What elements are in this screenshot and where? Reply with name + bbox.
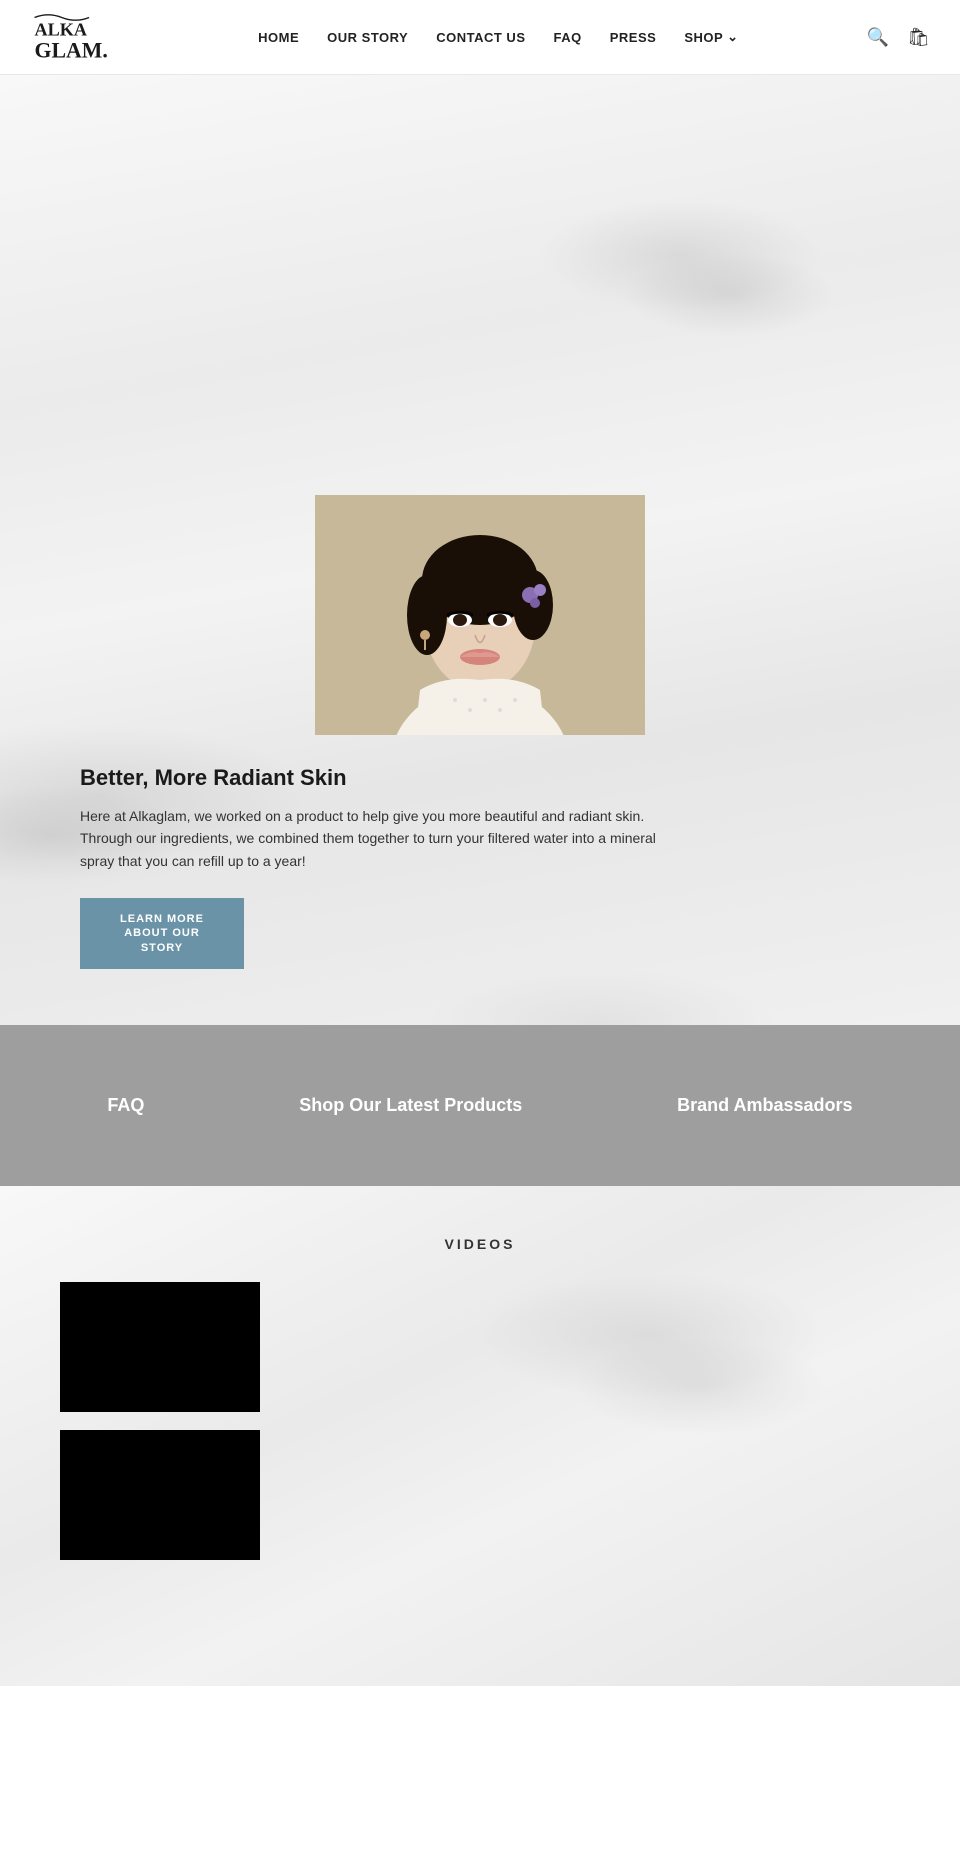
hero-portrait-image [315, 495, 645, 735]
videos-section: VIDEOS [0, 1186, 960, 1686]
ambassadors-link[interactable]: Brand Ambassadors [677, 1095, 852, 1116]
nav-faq[interactable]: FAQ [554, 30, 582, 45]
videos-content: VIDEOS [0, 1186, 960, 1628]
video-player-1[interactable] [60, 1282, 260, 1412]
svg-text:ALKA: ALKA [35, 19, 88, 39]
nav-press[interactable]: PRESS [610, 30, 657, 45]
nav-home[interactable]: HOME [258, 30, 299, 45]
logo[interactable]: ALKA GLAM. [30, 10, 130, 65]
nav-shop[interactable]: SHOP ⌄ [684, 29, 738, 45]
videos-title: VIDEOS [60, 1236, 900, 1252]
portrait-svg [315, 495, 645, 735]
hero-content [0, 75, 960, 735]
shop-link[interactable]: Shop Our Latest Products [299, 1095, 522, 1116]
svg-text:GLAM.: GLAM. [35, 38, 108, 62]
video-player-2[interactable] [60, 1430, 260, 1560]
chevron-down-icon: ⌄ [727, 29, 738, 45]
search-icon[interactable]: 🔍 [867, 27, 889, 48]
header-actions: 🔍 🛍 [867, 27, 930, 48]
logo-icon: ALKA GLAM. [30, 10, 130, 65]
hero-body: Here at Alkaglam, we worked on a product… [80, 805, 680, 872]
site-header: ALKA GLAM. HOME OUR STORY CONTACT US FAQ… [0, 0, 960, 75]
main-nav: HOME OUR STORY CONTACT US FAQ PRESS SHOP… [258, 29, 738, 45]
cart-icon[interactable]: 🛍 [907, 27, 930, 48]
learn-more-button[interactable]: LEARN MORE ABOUT OUR STORY [80, 898, 244, 969]
hero-image [315, 495, 645, 735]
nav-our-story[interactable]: OUR STORY [327, 30, 408, 45]
hero-section: Better, More Radiant Skin Here at Alkagl… [0, 75, 960, 1025]
hero-text-block: Better, More Radiant Skin Here at Alkagl… [0, 735, 760, 1009]
hero-heading: Better, More Radiant Skin [80, 765, 680, 791]
faq-link[interactable]: FAQ [107, 1095, 144, 1116]
gray-links-section: FAQ Shop Our Latest Products Brand Ambas… [0, 1025, 960, 1186]
nav-contact-us[interactable]: CONTACT US [436, 30, 525, 45]
